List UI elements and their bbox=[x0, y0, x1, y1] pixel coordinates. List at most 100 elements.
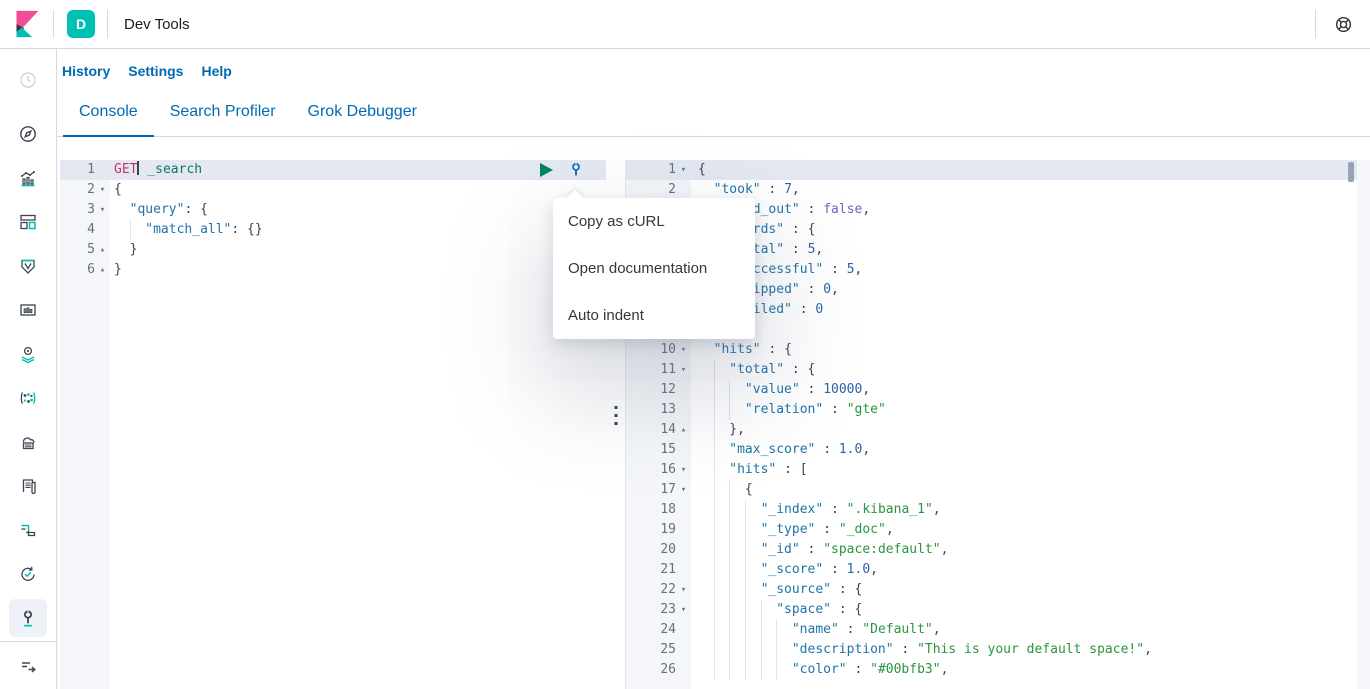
code-text[interactable]: "color" : "#00bfb3", bbox=[691, 660, 948, 680]
fold-toggle-icon[interactable]: ▴ bbox=[95, 240, 110, 260]
split-drag-handle[interactable] bbox=[614, 406, 617, 425]
nav-link-settings[interactable]: Settings bbox=[128, 63, 183, 79]
fold-toggle-icon[interactable]: ▾ bbox=[676, 160, 691, 180]
request-options-button[interactable] bbox=[567, 161, 585, 179]
code-text[interactable]: "relation" : "gte" bbox=[691, 400, 886, 420]
sidebar-item-discover[interactable] bbox=[9, 115, 47, 153]
code-text[interactable]: "_score" : 1.0, bbox=[691, 560, 878, 580]
code-text[interactable]: "max_score" : 1.0, bbox=[691, 440, 870, 460]
sidebar-item-machine-learning[interactable] bbox=[9, 379, 47, 417]
fold-toggle-icon[interactable]: ▾ bbox=[676, 580, 691, 600]
code-text[interactable]: { bbox=[691, 160, 706, 180]
editor-line[interactable]: 15"max_score" : 1.0, bbox=[626, 440, 1357, 460]
nav-link-history[interactable]: History bbox=[62, 63, 110, 79]
editor-line[interactable]: 26"color" : "#00bfb3", bbox=[626, 660, 1357, 680]
sidebar-item-logs[interactable] bbox=[9, 467, 47, 505]
editor-line[interactable]: 10▾"hits" : { bbox=[626, 340, 1357, 360]
line-number: 10 bbox=[660, 340, 676, 360]
fold-toggle-icon[interactable]: ▴ bbox=[95, 260, 110, 280]
editor-line[interactable]: 11▾"total" : { bbox=[626, 360, 1357, 380]
sidebar-collapse-button[interactable] bbox=[9, 647, 47, 685]
code-text[interactable]: "space" : { bbox=[691, 600, 862, 620]
tab-search-profiler[interactable]: Search Profiler bbox=[154, 93, 292, 137]
code-text[interactable]: "_id" : "space:default", bbox=[691, 540, 948, 560]
editor-line[interactable]: 17▾{ bbox=[626, 480, 1357, 500]
code-text[interactable]: "total" : { bbox=[691, 360, 815, 380]
code-text[interactable]: } bbox=[110, 260, 122, 280]
editor-line[interactable]: 12"value" : 10000, bbox=[626, 380, 1357, 400]
tab-grok-debugger[interactable]: Grok Debugger bbox=[292, 93, 433, 137]
sidebar-item-apm[interactable] bbox=[9, 511, 47, 549]
code-text[interactable]: "value" : 10000, bbox=[691, 380, 870, 400]
fold-spacer bbox=[676, 660, 691, 680]
editor-line[interactable]: 25"description" : "This is your default … bbox=[626, 640, 1357, 660]
sidebar-item-canvas[interactable] bbox=[9, 247, 47, 285]
sidebar-item-uptime[interactable] bbox=[9, 555, 47, 593]
code-text[interactable]: "hits" : [ bbox=[691, 460, 808, 480]
sidebar-item-visualize[interactable] bbox=[9, 159, 47, 197]
fold-spacer bbox=[676, 540, 691, 560]
code-text[interactable]: "query": { bbox=[110, 200, 208, 220]
request-editor[interactable]: 1GET _search2▾{3▾"query": {4"match_all":… bbox=[60, 160, 606, 689]
editor-line[interactable]: 2"took" : 7, bbox=[626, 180, 1357, 200]
code-text[interactable]: "_source" : { bbox=[691, 580, 862, 600]
editor-line[interactable]: 2▾{ bbox=[60, 180, 606, 200]
code-text[interactable]: "description" : "This is your default sp… bbox=[691, 640, 1152, 660]
fold-toggle-icon[interactable]: ▾ bbox=[95, 200, 110, 220]
line-number: 11 bbox=[660, 360, 676, 380]
menu-item-auto-indent[interactable]: Auto indent bbox=[553, 292, 755, 339]
code-text[interactable]: "name" : "Default", bbox=[691, 620, 941, 640]
editor-line[interactable]: 22▾"_source" : { bbox=[626, 580, 1357, 600]
editor-line[interactable]: 6▴} bbox=[60, 260, 606, 280]
editor-line[interactable]: 18 "_index" : ".kibana_1", bbox=[626, 500, 1357, 520]
editor-line[interactable]: 14▴}, bbox=[626, 420, 1357, 440]
editor-line[interactable]: 20"_id" : "space:default", bbox=[626, 540, 1357, 560]
code-text[interactable]: "took" : 7, bbox=[691, 180, 800, 200]
kibana-logo-icon bbox=[13, 10, 41, 38]
sidebar-item-infrastructure[interactable] bbox=[9, 423, 47, 461]
main-content: History Settings Help Console Search Pro… bbox=[57, 49, 1370, 137]
fold-toggle-icon[interactable]: ▴ bbox=[676, 420, 691, 440]
editor-line[interactable]: 23▾"space" : { bbox=[626, 600, 1357, 620]
editor-line[interactable]: 13"relation" : "gte" bbox=[626, 400, 1357, 420]
code-text[interactable]: }, bbox=[691, 420, 745, 440]
sidebar-item-maps[interactable] bbox=[9, 335, 47, 373]
nav-link-help[interactable]: Help bbox=[201, 63, 231, 79]
send-request-button[interactable] bbox=[540, 163, 553, 177]
code-text[interactable]: "hits" : { bbox=[691, 340, 792, 360]
editor-line[interactable]: 5▴} bbox=[60, 240, 606, 260]
code-text[interactable]: } bbox=[110, 240, 137, 260]
code-text[interactable]: { bbox=[691, 480, 753, 500]
fold-toggle-icon[interactable]: ▾ bbox=[676, 360, 691, 380]
editor-line[interactable]: 3▾"query": { bbox=[60, 200, 606, 220]
response-scrollbar-thumb[interactable] bbox=[1348, 162, 1354, 182]
sidebar-item-dev-tools[interactable] bbox=[9, 599, 47, 637]
help-button[interactable] bbox=[1316, 15, 1370, 34]
request-toolbar bbox=[60, 160, 606, 180]
menu-item-open-documentation[interactable]: Open documentation bbox=[553, 245, 755, 292]
code-text[interactable]: "_index" : ".kibana_1", bbox=[691, 500, 941, 520]
sidebar-item-recently-viewed[interactable] bbox=[9, 61, 47, 99]
kibana-logo[interactable] bbox=[0, 0, 53, 48]
editor-line[interactable]: 19"_type" : "_doc", bbox=[626, 520, 1357, 540]
code-text[interactable]: { bbox=[110, 180, 122, 200]
space-avatar[interactable]: D bbox=[67, 10, 95, 38]
fold-toggle-icon[interactable]: ▾ bbox=[676, 460, 691, 480]
tab-console[interactable]: Console bbox=[63, 93, 154, 137]
sidebar-item-monitoring[interactable] bbox=[9, 291, 47, 329]
fold-toggle-icon[interactable]: ▾ bbox=[676, 340, 691, 360]
line-number: 18 bbox=[660, 500, 676, 520]
menu-item-copy-as-curl[interactable]: Copy as cURL bbox=[553, 198, 755, 245]
sidebar-item-dashboard[interactable] bbox=[9, 203, 47, 241]
code-text[interactable]: "_type" : "_doc", bbox=[691, 520, 894, 540]
editor-line[interactable]: 1▾{ bbox=[626, 160, 1357, 180]
fold-toggle-icon[interactable]: ▾ bbox=[676, 600, 691, 620]
code-text[interactable]: "match_all": {} bbox=[110, 220, 263, 240]
fold-toggle-icon[interactable]: ▾ bbox=[676, 480, 691, 500]
editor-line[interactable]: 21"_score" : 1.0, bbox=[626, 560, 1357, 580]
editor-line[interactable]: 24"name" : "Default", bbox=[626, 620, 1357, 640]
editor-line[interactable]: 4"match_all": {} bbox=[60, 220, 606, 240]
editor-line[interactable]: 16▾"hits" : [ bbox=[626, 460, 1357, 480]
fold-spacer bbox=[676, 380, 691, 400]
fold-toggle-icon[interactable]: ▾ bbox=[95, 180, 110, 200]
